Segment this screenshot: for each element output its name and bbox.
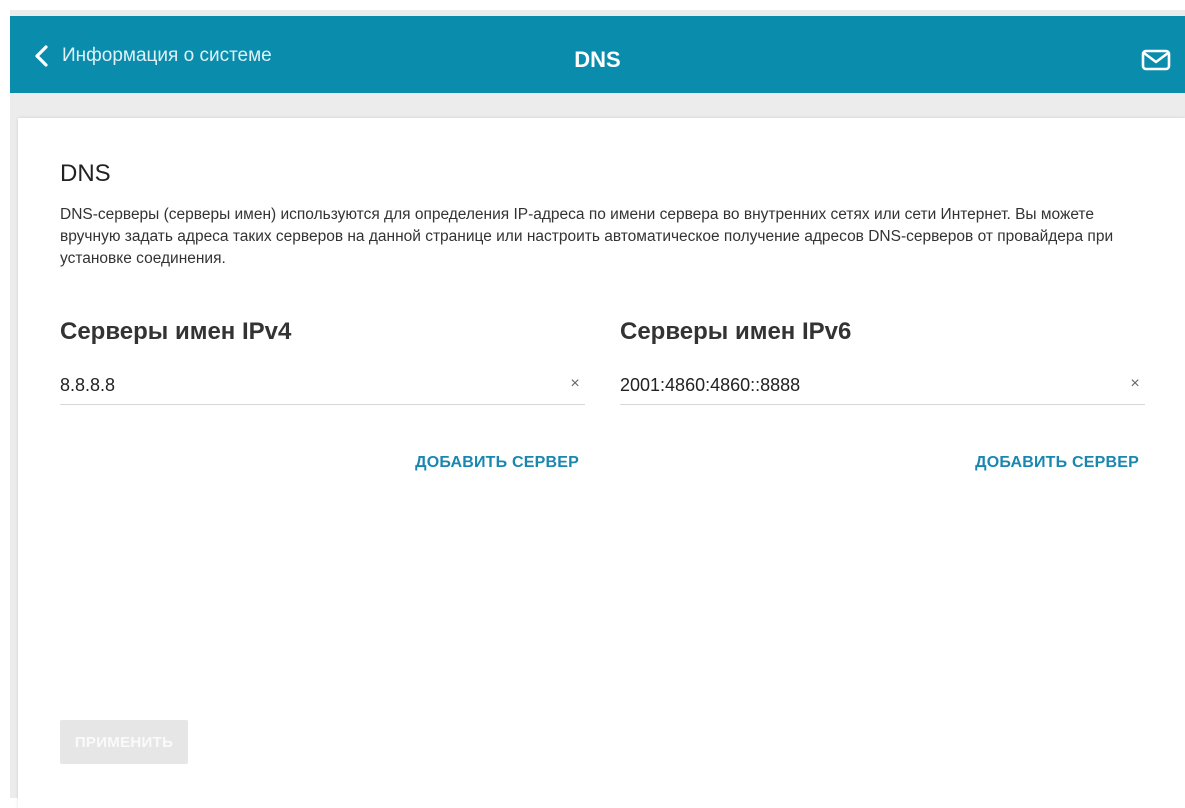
ipv6-server-input[interactable] [620,370,1100,400]
page-title: DNS [574,47,621,72]
ipv6-server-field: × [620,370,1145,405]
apply-button[interactable]: ПРИМЕНИТЬ [60,720,188,764]
mail-icon[interactable] [1141,49,1171,71]
ipv4-server-input[interactable] [60,370,540,400]
ipv6-servers-group: Серверы имен IPv6 × ДОБАВИТЬ СЕРВЕР [620,318,1145,471]
ipv4-servers-title: Серверы имен IPv4 [60,318,292,345]
section-title: DNS [60,160,111,187]
ipv6-servers-title: Серверы имен IPv6 [620,318,852,345]
close-icon[interactable]: × [1127,376,1143,392]
ipv4-servers-group: Серверы имен IPv4 × ДОБАВИТЬ СЕРВЕР [60,318,585,471]
add-ipv4-server-button[interactable]: ДОБАВИТЬ СЕРВЕР [415,454,579,472]
section-description: DNS-серверы (серверы имен) используются … [60,206,1114,267]
add-ipv6-server-button[interactable]: ДОБАВИТЬ СЕРВЕР [975,454,1139,472]
top-bar: Информация о системе DNS [10,16,1185,93]
close-icon[interactable]: × [567,376,583,392]
app-frame: Информация о системе DNS DNS DNS-серверы… [10,10,1185,808]
ipv4-server-field: × [60,370,585,405]
dns-settings-card: DNS DNS-серверы (серверы имен) использую… [18,118,1185,808]
